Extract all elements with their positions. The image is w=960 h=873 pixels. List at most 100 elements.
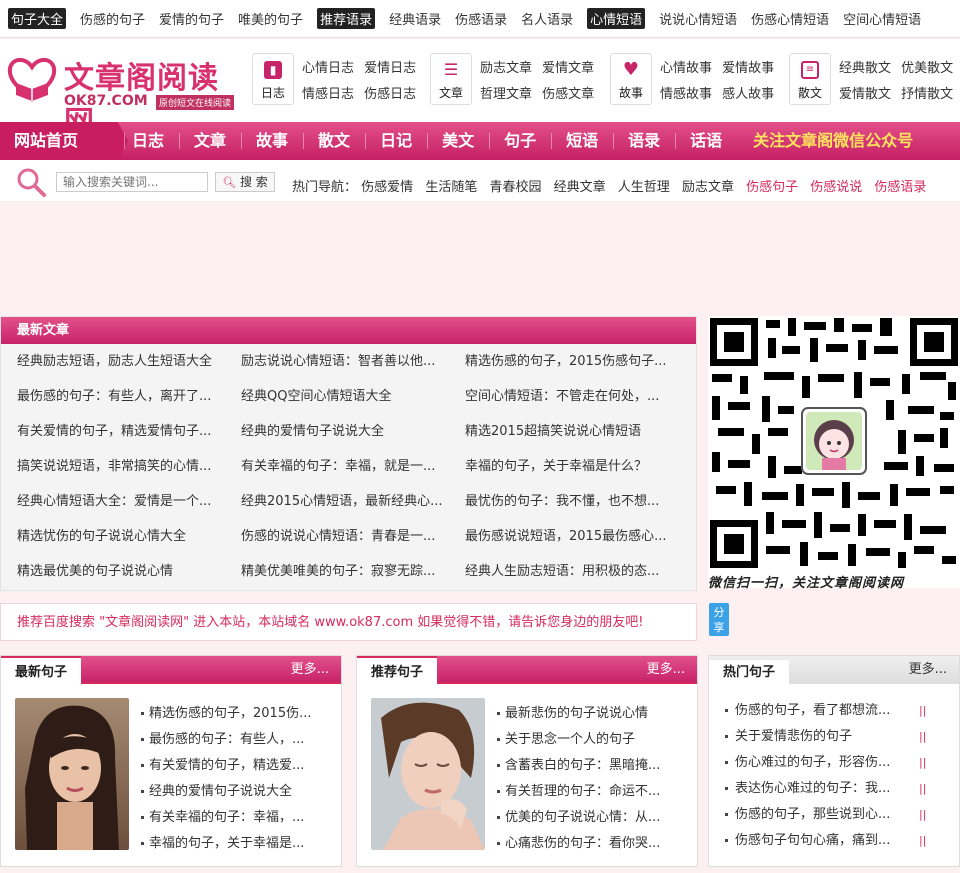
topbar-link-love-sentences[interactable]: 爱情的句子 [159,9,224,28]
link-emotion-stories[interactable]: 情感故事 [660,87,712,102]
hot-sentences-tab[interactable]: 热门句子 [709,660,790,686]
link-classic-prose[interactable]: 经典散文 [839,61,891,76]
article-link[interactable]: 伤感的说说心情短语：青春是一... [241,519,465,554]
search-button[interactable]: 🔍︎ 搜 索 [215,172,275,192]
hot-link[interactable]: 生活随笔 [425,180,477,195]
hot-link[interactable]: 伤感语录 [874,180,926,195]
category-articles-button[interactable]: ☰ 文章 [430,53,472,105]
link-love-articles[interactable]: 爱情文章 [542,61,594,76]
nav-stories[interactable]: 故事 [241,122,303,160]
article-link[interactable]: 空间心情短语：不管走在何处，... [465,379,689,414]
more-link[interactable]: 更多... [291,656,329,684]
topbar-link-mood-status[interactable]: 说说心情短语 [659,9,737,28]
hot-link[interactable]: 青春校园 [489,180,541,195]
sentence-link[interactable]: 有关哲理的句子：命运不... [497,779,675,805]
article-link[interactable]: 幸福的句子，关于幸福是什么？ [465,449,689,484]
hot-link[interactable]: 伤感爱情 [361,180,413,195]
topbar-link-sad-mood-phrases[interactable]: 伤感心情短语 [751,9,829,28]
hot-sentence-link[interactable]: 伤感的句子，那些说到心... [735,802,905,828]
article-link[interactable]: 有关爱情的句子，精选爱情句子... [17,414,241,449]
article-link[interactable]: 最伤感说说短语，2015最伤感心... [465,519,689,554]
nav-articles[interactable]: 文章 [179,122,241,160]
category-stories-button[interactable]: ♥ 故事 [610,53,652,105]
hot-link[interactable]: 伤感说说 [810,180,862,195]
woman-portrait-image[interactable] [371,698,485,850]
category-diary-button[interactable]: ▮ 日志 [252,53,294,105]
nav-phrases[interactable]: 短语 [551,122,613,160]
article-link[interactable]: 经典心情短语大全：爱情是一个... [17,484,241,519]
category-prose-button[interactable]: ≡ 散文 [789,53,831,105]
article-link[interactable]: 经典的爱情句子说说大全 [241,414,465,449]
article-link[interactable]: 精选忧伤的句子说说心情大全 [17,519,241,554]
more-link[interactable]: 更多... [647,656,685,684]
sentence-link[interactable]: 含蓄表白的句子：黑暗掩... [497,753,675,779]
hot-sentence-item[interactable]: 伤心难过的句子，形容伤... || [725,750,955,776]
nav-weixin-follow[interactable]: 关注文章阁微信公众号 [737,122,929,160]
more-link[interactable]: 更多... [909,656,947,684]
topbar-link-beautiful-sentences[interactable]: 唯美的句子 [238,9,303,28]
sentence-link[interactable]: 精选伤感的句子，2015伤... [141,701,319,727]
sentence-link[interactable]: 有关爱情的句子，精选爱... [141,753,319,779]
hot-sentence-link[interactable]: 关于爱情悲伤的句子 [735,724,905,750]
hot-sentence-link[interactable]: 表达伤心难过的句子：我... [735,776,905,802]
nav-journal[interactable]: 日记 [365,122,427,160]
sentence-link[interactable]: 最伤感的句子：有些人，... [141,727,319,753]
topbar-link-sentences[interactable]: 句子大全 [8,8,67,29]
article-link[interactable]: 最伤感的句子：有些人，离开了... [17,379,241,414]
nav-essays[interactable]: 美文 [427,122,489,160]
article-link[interactable]: 最忧伤的句子：我不懂，也不想... [465,484,689,519]
link-emotion-diary[interactable]: 情感日志 [302,87,354,102]
topbar-link-sad-sentences[interactable]: 伤感的句子 [80,9,145,28]
article-link[interactable]: 经典人生励志短语：用积极的态... [465,554,689,589]
hot-sentence-item[interactable]: 表达伤心难过的句子：我... || [725,776,955,802]
link-mood-stories[interactable]: 心情故事 [660,61,712,76]
site-logo[interactable]: 文章阁阅读网 OK87.COM 原创短文在线阅读 [4,49,244,140]
article-link[interactable]: 精选2015超搞笑说说心情短语 [465,414,689,449]
link-love-stories[interactable]: 爱情故事 [722,61,774,76]
link-inspiring-articles[interactable]: 励志文章 [480,61,532,76]
share-button[interactable]: 分享 [709,603,729,636]
hot-link[interactable]: 励志文章 [682,180,734,195]
hot-link[interactable]: 经典文章 [554,180,606,195]
article-link[interactable]: 精选伤感的句子，2015伤感句子... [465,344,689,379]
girl-portrait-image[interactable] [15,698,129,850]
hot-link[interactable]: 伤感句子 [746,180,798,195]
nav-sentences[interactable]: 句子 [489,122,551,160]
nav-prose[interactable]: 散文 [303,122,365,160]
article-link[interactable]: 有关幸福的句子：幸福，就是一... [241,449,465,484]
hot-link[interactable]: 人生哲理 [618,180,670,195]
link-beautiful-prose[interactable]: 优美散文 [901,61,953,76]
article-link[interactable]: 经典励志短语，励志人生短语大全 [17,344,241,379]
link-sad-articles[interactable]: 伤感文章 [542,87,594,102]
hot-sentence-link[interactable]: 伤感的句子，看了都想流... [735,698,905,724]
sentence-link[interactable]: 关于思念一个人的句子 [497,727,675,753]
latest-sentences-tab[interactable]: 最新句子 [1,656,82,686]
hot-sentence-item[interactable]: 伤感的句子，那些说到心... || [725,802,955,828]
topbar-link-classic-quotes[interactable]: 经典语录 [389,9,441,28]
nav-diary[interactable]: 日志 [124,122,179,160]
sentence-link[interactable]: 优美的句子说说心情：从... [497,805,675,831]
article-link[interactable]: 励志说说心情短语：智者善以他... [241,344,465,379]
sentence-link[interactable]: 幸福的句子，关于幸福是... [141,831,319,857]
link-touching-stories[interactable]: 感人故事 [722,87,774,102]
hot-sentence-link[interactable]: 伤感句子句句心痛，痛到... [735,828,905,854]
sentence-link[interactable]: 有关幸福的句子：幸福，... [141,805,319,831]
topbar-link-famous-quotes[interactable]: 名人语录 [521,9,573,28]
nav-quotes[interactable]: 语录 [613,122,675,160]
sentence-link[interactable]: 经典的爱情句子说说大全 [141,779,319,805]
topbar-link-mood-phrases[interactable]: 心情短语 [587,8,646,29]
nav-sayings[interactable]: 话语 [675,122,737,160]
hot-sentence-item[interactable]: 关于爱情悲伤的句子 || [725,724,955,750]
link-love-prose[interactable]: 爱情散文 [839,87,891,102]
link-sad-diary[interactable]: 伤感日志 [364,87,416,102]
article-link[interactable]: 精美优美唯美的句子：寂寥无踪... [241,554,465,589]
sentence-link[interactable]: 心痛悲伤的句子：看你哭... [497,831,675,857]
hot-sentence-link[interactable]: 伤心难过的句子，形容伤... [735,750,905,776]
article-link[interactable]: 经典2015心情短语，最新经典心... [241,484,465,519]
topbar-link-recommended-quotes[interactable]: 推荐语录 [317,8,376,29]
hot-sentence-item[interactable]: 伤感的句子，看了都想流... || [725,698,955,724]
search-input[interactable] [56,172,208,192]
link-mood-diary[interactable]: 心情日志 [302,61,354,76]
hot-sentence-item[interactable]: 伤感句子句句心痛，痛到... || [725,828,955,854]
nav-home[interactable]: 网站首页 [0,122,128,160]
